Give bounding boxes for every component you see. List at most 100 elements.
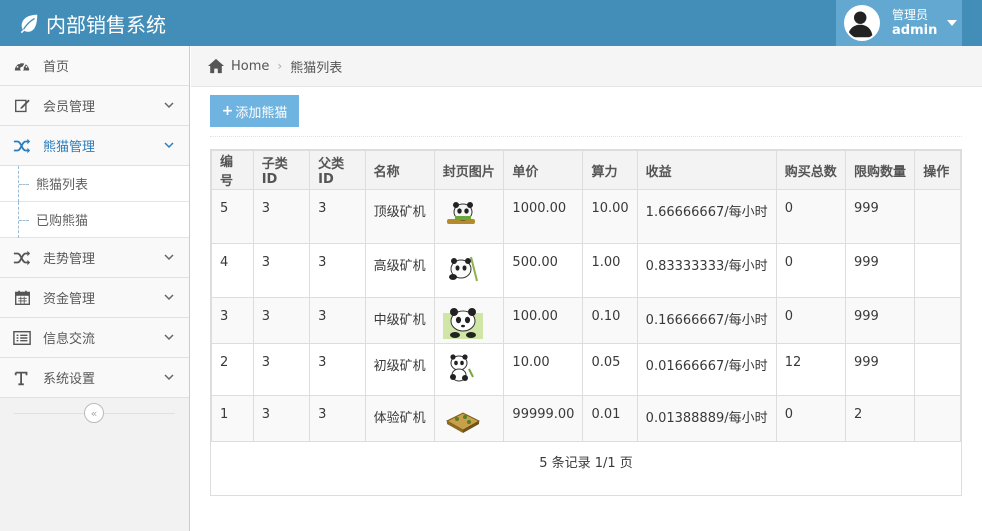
sidebar-item-funds[interactable]: 资金管理: [0, 278, 189, 318]
cell-parent-id: 3: [309, 343, 366, 396]
sidebar-item-label: 会员管理: [43, 100, 96, 115]
cell-image: [433, 189, 505, 244]
cell-limit: 999: [844, 189, 916, 244]
user-role: 管理员: [892, 8, 929, 22]
cell-image: [433, 395, 505, 442]
cell-name: 初级矿机: [364, 343, 435, 396]
cell-price: 99999.00: [503, 395, 584, 442]
cell-id: 4: [211, 243, 254, 298]
cell-sub-id: 3: [252, 395, 311, 442]
edit-icon: [12, 96, 32, 116]
sidebar-item-label: 熊猫管理: [43, 140, 96, 155]
shuffle-icon: [12, 248, 32, 268]
panda-big-icon: [442, 308, 483, 339]
sidebar-subitem-panda-list[interactable]: 熊猫列表: [0, 166, 189, 202]
cell-income: 0.83333333/每小时: [636, 243, 777, 298]
collapse-toggle-button[interactable]: «: [84, 403, 104, 423]
cell-bought: 0: [775, 395, 846, 442]
breadcrumb: Home › 熊猫列表: [191, 46, 982, 87]
user-name: admin: [892, 23, 938, 38]
chevron-down-icon: [164, 102, 174, 109]
cell-sub-id: 3: [252, 243, 311, 298]
cell-id: 3: [211, 297, 254, 344]
sidebar-item-messages[interactable]: 信息交流: [0, 318, 189, 358]
table-row: 1 3 3 体验矿机 99999.00 0.01 0.01388889/每小时 …: [211, 395, 961, 442]
column-header: 父类ID: [309, 150, 366, 190]
sidebar-collapse: «: [0, 398, 189, 428]
sidebar-item-trends[interactable]: 走势管理: [0, 238, 189, 278]
cell-power: 1.00: [582, 243, 638, 298]
sidebar: 首页 会员管理 熊猫管理 熊猫列表 已购熊猫 走势管理 资金管理 信息交流 系统…: [0, 46, 190, 531]
chevron-down-icon: [164, 374, 174, 381]
cell-sub-id: 3: [252, 297, 311, 344]
column-header: 算力: [582, 150, 638, 190]
cell-image: [433, 297, 505, 344]
home-icon: [208, 58, 224, 74]
table-row: 2 3 3 初级矿机 10.00 0.05 0.01666667/每小时 12 …: [211, 343, 961, 396]
cell-bought: 0: [775, 243, 846, 298]
add-panda-label: 添加熊猫: [235, 105, 288, 121]
chevron-down-icon: [164, 254, 174, 261]
pagination-summary: 5 条记录 1/1 页: [539, 456, 633, 471]
top-navbar: 内部销售系统 管理员 admin: [0, 0, 982, 46]
cell-price: 1000.00: [503, 189, 584, 244]
text-height-icon: [12, 368, 32, 388]
cell-income: 0.01388889/每小时: [636, 395, 777, 442]
add-panda-button[interactable]: + 添加熊猫: [210, 95, 299, 127]
table-row: 3 3 3 中级矿机 100.00 0.10 0.16666667/每小时 0 …: [211, 297, 961, 344]
panda-table: 编号 子类ID 父类ID 名称 封页图片 单价 算力 收益 购买总数 限购数量 …: [210, 149, 962, 496]
sidebar-item-settings[interactable]: 系统设置: [0, 358, 189, 398]
tree-branch: [19, 220, 29, 221]
column-header: 操作: [914, 150, 961, 190]
cell-limit: 999: [844, 297, 916, 344]
cell-actions: [914, 395, 961, 442]
sidebar-item-members[interactable]: 会员管理: [0, 86, 189, 126]
sidebar-item-label: 首页: [43, 60, 70, 75]
chevron-down-icon: [164, 294, 174, 301]
sidebar-item-label: 系统设置: [43, 372, 96, 387]
sidebar-item-label: 走势管理: [43, 252, 96, 267]
cell-limit: 999: [844, 343, 916, 396]
divider: [210, 136, 962, 137]
cell-income: 0.01666667/每小时: [636, 343, 777, 396]
list-alt-icon: [12, 328, 32, 348]
cell-sub-id: 3: [252, 189, 311, 244]
plus-icon: +: [221, 103, 234, 119]
cell-parent-id: 3: [309, 297, 366, 344]
cell-actions: [914, 243, 961, 298]
cell-bought: 0: [775, 297, 846, 344]
cell-id: 2: [211, 343, 254, 396]
user-menu[interactable]: 管理员 admin: [836, 0, 962, 46]
cell-image: [433, 343, 505, 396]
table-row: 4 3 3 高级矿机 500.00 1.00 0.83333333/每小时 0: [211, 243, 961, 298]
sidebar-item-home[interactable]: 首页: [0, 46, 189, 86]
brand[interactable]: 内部销售系统: [18, 0, 166, 46]
sidebar-subitem-label: 熊猫列表: [36, 178, 89, 193]
cell-limit: 2: [844, 395, 916, 442]
cell-limit: 999: [844, 243, 916, 298]
cell-name: 高级矿机: [364, 243, 435, 298]
sidebar-item-pandas[interactable]: 熊猫管理: [0, 126, 189, 166]
cell-price: 500.00: [503, 243, 584, 298]
sidebar-subitem-bought-pandas[interactable]: 已购熊猫: [0, 202, 189, 238]
breadcrumb-home[interactable]: Home: [231, 59, 269, 74]
cell-actions: [914, 189, 961, 244]
column-header: 编号: [211, 150, 254, 190]
user-icon: [847, 11, 873, 38]
cell-parent-id: 3: [309, 243, 366, 298]
avatar: [844, 5, 880, 41]
panda-bamboo-icon: [448, 256, 478, 282]
cell-actions: [914, 297, 961, 344]
cell-sub-id: 3: [252, 343, 311, 396]
cell-price: 10.00: [503, 343, 584, 396]
shuffle-icon: [12, 136, 32, 156]
cell-actions: [914, 343, 961, 396]
chevron-down-icon: [164, 142, 174, 149]
cell-power: 0.01: [582, 395, 638, 442]
sidebar-item-label: 资金管理: [43, 292, 96, 307]
sidebar-subitem-label: 已购熊猫: [36, 214, 89, 229]
column-header: 限购数量: [844, 150, 916, 190]
cell-parent-id: 3: [309, 189, 366, 244]
double-chevron-left-icon: «: [90, 406, 98, 420]
table-row: 5 3 3 顶级矿机 1000.00 10.00 1.66666667/每小时: [211, 189, 961, 244]
